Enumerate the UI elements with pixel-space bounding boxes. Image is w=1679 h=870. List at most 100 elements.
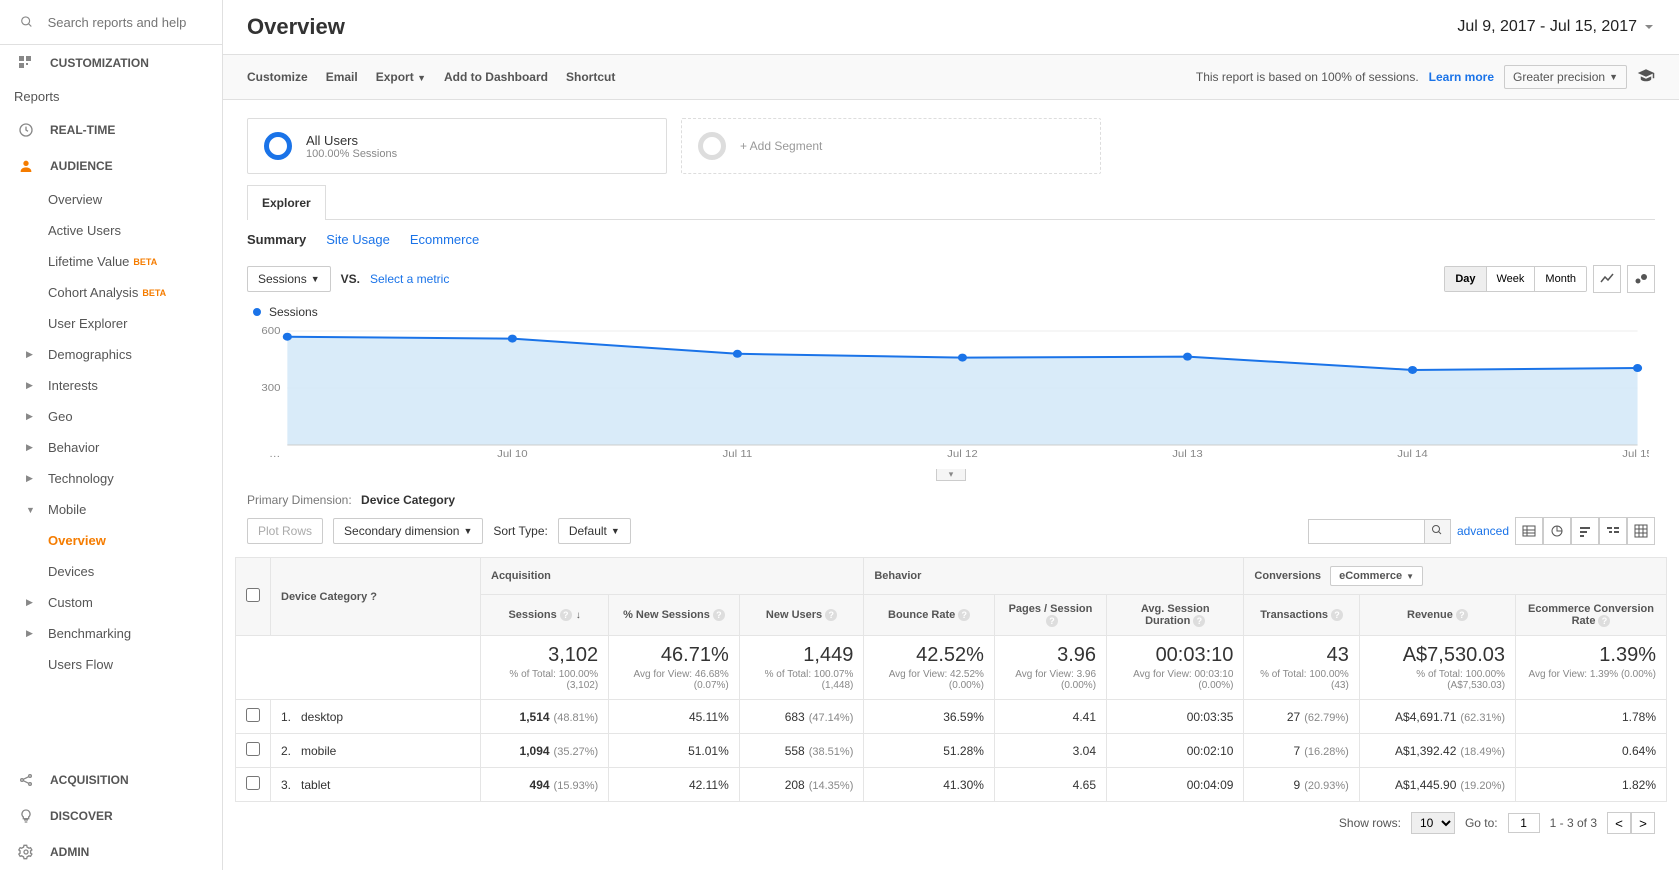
view-pivot-icon[interactable]	[1627, 517, 1655, 545]
col-pages-session[interactable]: Pages / Session?	[994, 595, 1106, 636]
subtab-summary[interactable]: Summary	[247, 232, 306, 247]
pager-prev-button[interactable]: <	[1607, 812, 1631, 834]
time-day-button[interactable]: Day	[1445, 267, 1486, 291]
chart: 300600…Jul 10Jul 11Jul 12Jul 13Jul 14Jul…	[223, 325, 1679, 468]
nav-item-benchmarking[interactable]: ▶Benchmarking	[0, 618, 222, 649]
select-metric-link[interactable]: Select a metric	[370, 272, 449, 286]
row-category[interactable]: 3. tablet	[271, 768, 481, 802]
col-revenue[interactable]: Revenue?	[1359, 595, 1515, 636]
view-table-icon[interactable]	[1515, 517, 1543, 545]
nav-item-mobile[interactable]: ▼Mobile	[0, 494, 222, 525]
table-search-button[interactable]	[1424, 520, 1450, 543]
chart-type-line-icon[interactable]	[1593, 265, 1621, 293]
nav-item-devices[interactable]: Devices	[0, 556, 222, 587]
add-segment-button[interactable]: + Add Segment	[681, 118, 1101, 174]
table-search-input[interactable]	[1309, 520, 1424, 543]
col-transactions[interactable]: Transactions?	[1244, 595, 1359, 636]
precision-select[interactable]: Greater precision ▼	[1504, 65, 1627, 89]
primary-dimension-value[interactable]: Device Category	[361, 493, 455, 507]
nav-item-custom[interactable]: ▶Custom	[0, 587, 222, 618]
share-icon	[16, 772, 36, 788]
search-bar	[0, 0, 222, 45]
goto-input[interactable]	[1508, 813, 1540, 833]
col-bounce-rate[interactable]: Bounce Rate?	[864, 595, 995, 636]
nav-item-active-users[interactable]: Active Users	[0, 215, 222, 246]
nav-admin[interactable]: ADMIN	[0, 834, 222, 870]
help-icon[interactable]: ?	[1598, 615, 1610, 627]
rows-select[interactable]: 10	[1411, 812, 1455, 834]
col-sessions[interactable]: Sessions?↓	[481, 595, 609, 636]
metric-select[interactable]: Sessions ▼	[247, 266, 331, 292]
nav-item-behavior[interactable]: ▶Behavior	[0, 432, 222, 463]
search-input[interactable]	[48, 15, 202, 30]
col-device-category[interactable]: Device Category	[281, 591, 367, 603]
row-checkbox[interactable]	[246, 708, 260, 722]
help-icon[interactable]: ?	[370, 591, 377, 603]
time-week-button[interactable]: Week	[1487, 267, 1536, 291]
col-avg-duration[interactable]: Avg. Session Duration?	[1107, 595, 1244, 636]
nav-item-interests[interactable]: ▶Interests	[0, 370, 222, 401]
row-category[interactable]: 2. mobile	[271, 734, 481, 768]
action-email[interactable]: Email	[326, 70, 358, 84]
nav-audience[interactable]: AUDIENCE	[0, 148, 222, 184]
segment-subtitle: 100.00% Sessions	[306, 148, 397, 160]
help-icon[interactable]: ?	[1046, 615, 1058, 627]
nav-item-user-explorer[interactable]: User Explorer	[0, 308, 222, 339]
pager-next-button[interactable]: >	[1631, 812, 1655, 834]
nav-discover[interactable]: DISCOVER	[0, 798, 222, 834]
row-category[interactable]: 1. desktop	[271, 700, 481, 734]
chart-expand-handle[interactable]: ▾	[936, 469, 967, 481]
help-icon[interactable]: ?	[1456, 609, 1468, 621]
nav-item-geo[interactable]: ▶Geo	[0, 401, 222, 432]
help-icon[interactable]: ?	[958, 609, 970, 621]
help-icon[interactable]: ?	[1331, 609, 1343, 621]
nav-item-cohort-analysis[interactable]: Cohort AnalysisBETA	[0, 277, 222, 308]
row-checkbox[interactable]	[246, 776, 260, 790]
action-shortcut[interactable]: Shortcut	[566, 70, 615, 84]
nav-item-technology[interactable]: ▶Technology	[0, 463, 222, 494]
help-icon[interactable]: ?	[1193, 615, 1205, 627]
chevron-down-icon: ▼	[611, 526, 620, 536]
nav-item-overview[interactable]: Overview	[0, 184, 222, 215]
chevron-down-icon: ▼	[1406, 572, 1414, 581]
view-bar-icon[interactable]	[1571, 517, 1599, 545]
nav-item-lifetime-value[interactable]: Lifetime ValueBETA	[0, 246, 222, 277]
conversions-select[interactable]: eCommerce ▼	[1330, 566, 1423, 586]
view-comparison-icon[interactable]	[1599, 517, 1627, 545]
time-month-button[interactable]: Month	[1535, 267, 1586, 291]
nav-customization[interactable]: CUSTOMIZATION	[0, 45, 222, 81]
col-conv-rate[interactable]: Ecommerce Conversion Rate?	[1516, 595, 1667, 636]
view-pie-icon[interactable]	[1543, 517, 1571, 545]
grad-cap-icon[interactable]	[1637, 67, 1655, 88]
sort-type-label: Sort Type:	[493, 524, 547, 538]
sort-type-select[interactable]: Default ▼	[558, 518, 631, 544]
nav-acquisition[interactable]: ACQUISITION	[0, 762, 222, 798]
sort-arrow-icon: ↓	[576, 610, 581, 621]
segment-all-users[interactable]: All Users 100.00% Sessions	[247, 118, 667, 174]
col-new-users[interactable]: New Users?	[739, 595, 864, 636]
action-customize[interactable]: Customize	[247, 70, 308, 84]
action-add-dashboard[interactable]: Add to Dashboard	[444, 70, 548, 84]
nav-item-demographics[interactable]: ▶Demographics	[0, 339, 222, 370]
chart-type-motion-icon[interactable]	[1627, 265, 1655, 293]
secondary-dimension-select[interactable]: Secondary dimension ▼	[333, 518, 483, 544]
nav-item-mobile-overview[interactable]: Overview	[0, 525, 222, 556]
select-all-checkbox[interactable]	[246, 588, 260, 602]
help-icon[interactable]: ?	[825, 609, 837, 621]
action-export[interactable]: Export ▼	[376, 70, 426, 84]
nav-item-users-flow[interactable]: Users Flow	[0, 649, 222, 680]
chevron-down-icon	[1643, 21, 1655, 33]
tab-explorer[interactable]: Explorer	[247, 185, 326, 220]
advanced-link[interactable]: advanced	[1457, 524, 1509, 538]
subtab-site-usage[interactable]: Site Usage	[326, 232, 390, 247]
nav-realtime[interactable]: REAL-TIME	[0, 112, 222, 148]
row-checkbox[interactable]	[246, 742, 260, 756]
help-icon[interactable]: ?	[713, 609, 725, 621]
caret-icon: ▶	[26, 473, 38, 484]
plot-rows-button[interactable]: Plot Rows	[247, 518, 323, 544]
date-range-picker[interactable]: Jul 9, 2017 - Jul 15, 2017	[1457, 18, 1655, 36]
subtab-ecommerce[interactable]: Ecommerce	[410, 232, 479, 247]
help-icon[interactable]: ?	[560, 609, 572, 621]
col-pct-new-sessions[interactable]: % New Sessions?	[609, 595, 740, 636]
learn-more-link[interactable]: Learn more	[1429, 70, 1494, 84]
